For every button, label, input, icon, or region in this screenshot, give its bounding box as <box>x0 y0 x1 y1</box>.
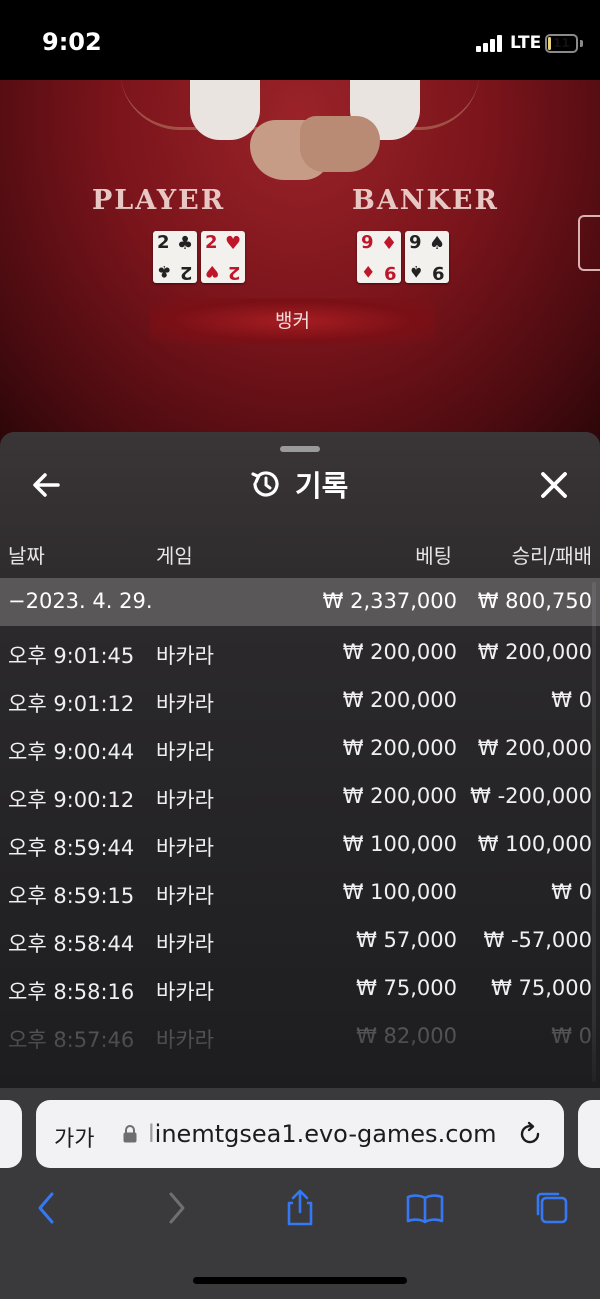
banker-card-1: 9 ♦ 9 ♦ <box>357 231 401 283</box>
row-game: 바카라 <box>156 884 214 908</box>
row-time: 오후 9:01:12 <box>8 692 135 716</box>
reload-icon[interactable] <box>516 1120 544 1148</box>
history-row[interactable]: 오후 8:58:16 바카라 ₩ 75,000 ₩ 75,000 <box>0 966 600 1014</box>
history-clock-icon <box>251 471 279 497</box>
status-time: 9:02 <box>42 28 102 56</box>
row-time: 오후 8:59:44 <box>8 836 135 860</box>
lock-icon <box>123 1125 137 1143</box>
history-row[interactable]: 오후 8:59:44 바카라 ₩ 100,000 ₩ 100,000 <box>0 822 600 870</box>
row-game: 바카라 <box>156 932 214 956</box>
row-bet: ₩ 57,000 <box>356 928 457 952</box>
text-size-button[interactable]: 가가 <box>54 1121 94 1153</box>
row-game: 바카라 <box>156 980 214 1004</box>
close-icon[interactable] <box>537 468 571 502</box>
row-bet: ₩ 100,000 <box>342 880 457 904</box>
result-banner: 뱅커 <box>150 298 435 344</box>
row-win-loss: ₩ 75,000 <box>491 976 592 1000</box>
row-time: 오후 8:58:44 <box>8 932 135 956</box>
panel-header: 기록 <box>0 460 600 510</box>
row-bet: ₩ 200,000 <box>342 640 457 664</box>
row-bet: ₩ 75,000 <box>356 976 457 1000</box>
home-indicator[interactable] <box>193 1277 407 1284</box>
history-row[interactable]: 오후 9:01:45 바카라 ₩ 200,000 ₩ 200,000 <box>0 630 600 678</box>
banker-card-2: 9 ♠ 9 ♠ <box>405 231 449 283</box>
row-game: 바카라 <box>156 692 214 716</box>
row-win-loss: ₩ -200,000 <box>470 784 592 808</box>
dealer-hand-right <box>300 116 380 172</box>
history-row[interactable]: 오후 9:00:44 바카라 ₩ 200,000 ₩ 200,000 <box>0 726 600 774</box>
list-fade <box>0 1022 600 1088</box>
panel-title: 기록 <box>295 469 349 503</box>
back-arrow-icon[interactable] <box>30 468 64 502</box>
row-game: 바카라 <box>156 644 214 668</box>
summary-bet: ₩ 2,337,000 <box>322 589 457 613</box>
row-bet: ₩ 200,000 <box>342 736 457 760</box>
row-win-loss: ₩ 100,000 <box>477 832 592 856</box>
row-win-loss: ₩ 200,000 <box>477 736 592 760</box>
row-time: 오후 8:59:15 <box>8 884 135 908</box>
column-game[interactable]: 게임 <box>156 540 193 569</box>
row-win-loss: ₩ 0 <box>551 880 592 904</box>
row-win-loss: ₩ 200,000 <box>477 640 592 664</box>
history-panel: 기록 날짜 게임 베팅 승리/패배 −2023. 4. 29. ₩ 2,337,… <box>0 432 600 1088</box>
row-bet: ₩ 200,000 <box>342 688 457 712</box>
network-type: LTE <box>510 33 542 53</box>
row-game: 바카라 <box>156 740 214 764</box>
bookmarks-icon[interactable] <box>405 1188 445 1228</box>
address-bar[interactable]: 가가 linemtgsea1.evo-games.com <box>36 1100 564 1168</box>
panel-title-group: 기록 <box>249 464 348 504</box>
summary-date: −2023. 4. 29. <box>8 589 153 613</box>
next-tab-preview[interactable] <box>578 1100 600 1168</box>
previous-tab-preview[interactable] <box>0 1100 22 1168</box>
scrollbar[interactable] <box>592 582 596 1082</box>
live-video[interactable]: PLAYER BANKER 2 ♣ 2 ♣ 2 ♥ 2 ♥ 9 ♦ 9 ♦ 9 ♠ 9 ♠ 뱅커 <box>0 80 600 450</box>
row-time: 오후 9:00:44 <box>8 740 135 764</box>
history-row[interactable]: 오후 9:00:12 바카라 ₩ 200,000 ₩ -200,000 <box>0 774 600 822</box>
row-game: 바카라 <box>156 788 214 812</box>
back-icon[interactable] <box>28 1188 68 1228</box>
tabs-icon[interactable] <box>532 1188 572 1228</box>
dealer-sleeve-left <box>190 80 260 140</box>
browser-toolbar <box>0 1188 600 1238</box>
history-row[interactable]: 오후 8:59:15 바카라 ₩ 100,000 ₩ 0 <box>0 870 600 918</box>
column-date[interactable]: 날짜 <box>8 540 45 569</box>
share-icon[interactable] <box>280 1188 320 1228</box>
status-bar: 9:02 LTE 11 <box>0 0 600 80</box>
player-card-1: 2 ♣ 2 ♣ <box>153 231 197 283</box>
history-row[interactable]: 오후 8:58:44 바카라 ₩ 57,000 ₩ -57,000 <box>0 918 600 966</box>
browser-bar: 가가 linemtgsea1.evo-games.com <box>0 1088 600 1299</box>
row-game: 바카라 <box>156 836 214 860</box>
side-tab[interactable] <box>578 215 600 271</box>
summary-win: ₩ 800,750 <box>477 589 592 613</box>
forward-icon[interactable] <box>155 1188 195 1228</box>
row-bet: ₩ 200,000 <box>342 784 457 808</box>
url-text: linemtgsea1.evo-games.com <box>148 1120 497 1148</box>
date-summary-row[interactable]: −2023. 4. 29. ₩ 2,337,000 ₩ 800,750 <box>0 578 600 626</box>
row-time: 오후 8:58:16 <box>8 980 135 1004</box>
history-row[interactable]: 오후 9:01:12 바카라 ₩ 200,000 ₩ 0 <box>0 678 600 726</box>
battery-percent: 11 <box>553 36 570 50</box>
row-win-loss: ₩ 0 <box>551 688 592 712</box>
table-header: 날짜 게임 베팅 승리/패배 <box>0 536 600 572</box>
row-win-loss: ₩ -57,000 <box>483 928 593 952</box>
player-card-2: 2 ♥ 2 ♥ <box>201 231 245 283</box>
battery-tip <box>580 40 583 47</box>
row-time: 오후 9:00:12 <box>8 788 135 812</box>
column-bet[interactable]: 베팅 <box>415 540 452 569</box>
column-win-loss[interactable]: 승리/패배 <box>512 540 592 569</box>
sheet-grabber[interactable] <box>280 446 320 452</box>
signal-icon <box>476 34 506 52</box>
history-list: 오후 9:01:45 바카라 ₩ 200,000 ₩ 200,000 오후 9:01:1… <box>0 630 600 1062</box>
row-bet: ₩ 100,000 <box>342 832 457 856</box>
player-label: PLAYER <box>92 185 226 216</box>
row-time: 오후 9:01:45 <box>8 644 135 668</box>
banker-label: BANKER <box>352 185 499 216</box>
battery-icon: 11 <box>545 34 578 53</box>
